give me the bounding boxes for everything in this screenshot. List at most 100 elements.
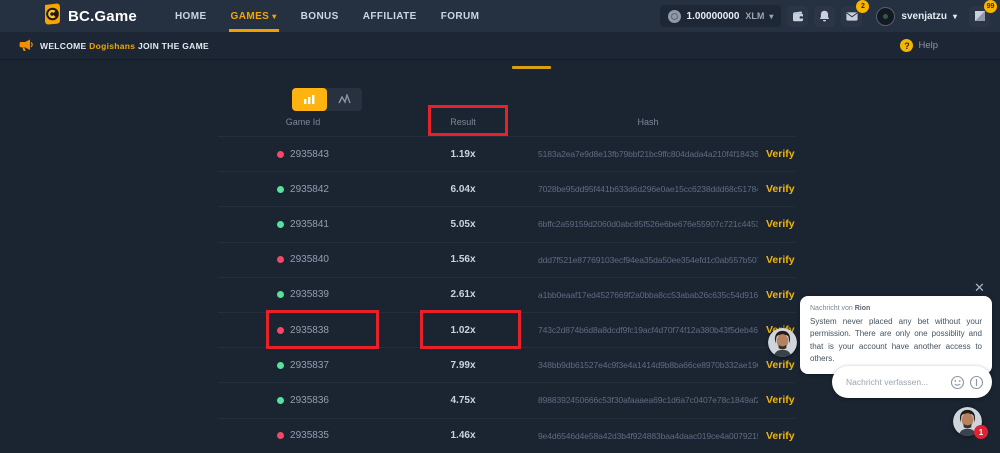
table-row: 2935841 5.05x 6bffc2a59159d2060d0abc85f5… — [218, 206, 795, 241]
verify-button[interactable]: Verify — [758, 254, 795, 266]
status-dot — [277, 432, 284, 439]
welcome-bar: WELCOME Dogishans JOIN THE GAME ? Help — [0, 32, 1000, 60]
column-hash: Hash — [538, 117, 758, 127]
hash-value: 5183a2ea7e9d8e13fb79bbf21bc9ffc804dada4a… — [538, 149, 758, 159]
coin-icon — [668, 10, 681, 23]
table-row: 2935835 1.46x 9e4d6546d4e58a42d3b4f92488… — [218, 418, 795, 453]
verify-button[interactable]: Verify — [758, 289, 795, 301]
table-body: 2935843 1.19x 5183a2ea7e9d8e13fb79bbf21b… — [218, 136, 795, 453]
welcome-username: Dogishans — [89, 41, 135, 51]
chat-message-card: Nachricht von Rion System never placed a… — [800, 296, 992, 374]
table-row: 2935842 6.04x 7028be95dd95f441b633d6d296… — [218, 171, 795, 206]
status-dot — [277, 186, 284, 193]
status-dot — [277, 327, 284, 334]
game-id: 2935841 — [290, 219, 329, 230]
game-id-cell: 2935839 — [218, 289, 388, 300]
nav-forum[interactable]: FORUM — [441, 0, 480, 32]
notifications-button[interactable] — [814, 6, 835, 27]
table-row: 2935839 2.61x a1bb0eaaf17ed4527669f2a0bb… — [218, 277, 795, 312]
game-id-cell: 2935842 — [218, 184, 388, 195]
result-value: 7.99x — [388, 360, 538, 371]
emoji-icon[interactable] — [950, 375, 965, 390]
table-row: 2935843 1.19x 5183a2ea7e9d8e13fb79bbf21b… — [218, 136, 795, 171]
game-history-table: Game Id Result Hash 2935843 1.19x 5183a2… — [218, 108, 795, 453]
verify-button[interactable]: Verify — [758, 148, 795, 160]
chat-toggle-button[interactable]: 99 — [969, 6, 990, 27]
hash-value: 743c2d874b6d8a8dcdf9fc19acf4d70f74f12a38… — [538, 325, 758, 335]
status-dot — [277, 221, 284, 228]
table-row: 2935836 4.75x 8988392450666c53f30afaaaea… — [218, 382, 795, 417]
messages-badge: 2 — [856, 0, 869, 13]
game-id-cell: 2935836 — [218, 395, 388, 406]
balance-amount: 1.00000000 — [687, 11, 740, 22]
chevron-down-icon: ▾ — [272, 12, 276, 21]
nav-games[interactable]: GAMES▾ — [231, 0, 277, 32]
user-avatar[interactable] — [876, 7, 895, 26]
question-mark-icon: ? — [900, 39, 913, 52]
messages-button[interactable]: 2 — [841, 6, 862, 27]
column-result: Result — [388, 117, 538, 127]
result-value: 1.19x — [388, 149, 538, 160]
hash-value: 9e4d6546d4e58a42d3b4f924883baa4daac019ce… — [538, 431, 758, 441]
currency-dropdown[interactable]: XLM ▾ — [745, 11, 773, 21]
game-id: 2935835 — [290, 430, 329, 441]
wallet-button[interactable] — [787, 6, 808, 27]
chat-head-avatar[interactable] — [768, 328, 797, 357]
result-value: 2.61x — [388, 289, 538, 300]
bar-chart-icon — [303, 94, 316, 105]
chat-message-input[interactable] — [846, 377, 938, 387]
chevron-down-icon: ▾ — [953, 12, 957, 21]
main-nav: HOME GAMES▾ BONUS AFFILIATE FORUM — [175, 0, 479, 32]
chat-message-text: System never placed any bet without your… — [810, 316, 982, 366]
avatar-photo — [768, 328, 797, 357]
game-id: 2935836 — [290, 395, 329, 406]
chat-badge: 99 — [984, 0, 997, 13]
hash-value: 6bffc2a59159d2060d0abc85f526e6be676e5590… — [538, 219, 758, 229]
balance-selector[interactable]: 1.00000000 XLM ▾ — [660, 5, 782, 27]
nav-bonus[interactable]: BONUS — [301, 0, 339, 32]
game-id-cell: 2935835 — [218, 430, 388, 441]
game-id-cell: 2935843 — [218, 149, 388, 160]
user-menu[interactable]: svenjatzu ▾ — [901, 11, 957, 22]
hash-value: 8988392450666c53f30afaaaea69c1d6a7c0407e… — [538, 395, 758, 405]
nav-home[interactable]: HOME — [175, 0, 207, 32]
result-value: 6.04x — [388, 184, 538, 195]
brand-logo[interactable]: BC.Game — [42, 3, 137, 30]
game-id-cell: 2935837 — [218, 360, 388, 371]
table-row: 2935840 1.56x ddd7f521e87769103ecf94ea35… — [218, 242, 795, 277]
hash-value: 7028be95dd95f441b633d6d296e0ae15cc6238dd… — [538, 184, 758, 194]
game-tab-indicator — [512, 66, 551, 69]
result-value: 5.05x — [388, 219, 538, 230]
nav-affiliate[interactable]: AFFILIATE — [363, 0, 417, 32]
verify-button[interactable]: Verify — [758, 394, 795, 406]
game-id-cell: 2935841 — [218, 219, 388, 230]
verify-button[interactable]: Verify — [758, 430, 795, 442]
status-dot — [277, 256, 284, 263]
verify-button[interactable]: Verify — [758, 218, 795, 230]
chevron-down-icon: ▾ — [769, 12, 773, 21]
table-header: Game Id Result Hash — [218, 108, 795, 136]
active-tab-underline — [229, 29, 279, 32]
bell-icon — [819, 10, 830, 22]
game-id: 2935839 — [290, 289, 329, 300]
hash-value: 348bb9db61527e4c9f3e4a1414d9b8ba66ce8970… — [538, 360, 758, 370]
trend-line-icon — [338, 94, 351, 105]
game-id: 2935840 — [290, 254, 329, 265]
chat-close-icon[interactable]: ✕ — [974, 281, 985, 294]
column-game-id: Game Id — [218, 117, 388, 127]
verify-button[interactable]: Verify — [758, 183, 795, 195]
info-icon[interactable] — [969, 375, 984, 390]
envelope-icon — [846, 12, 858, 21]
result-value: 1.02x — [388, 325, 538, 336]
chat-bubble-icon — [974, 10, 986, 22]
top-header: BC.Game HOME GAMES▾ BONUS AFFILIATE FORU… — [0, 0, 1000, 32]
result-value: 1.56x — [388, 254, 538, 265]
chat-input-bar — [832, 366, 992, 398]
hash-value: ddd7f521e87769103ecf94ea35da50ee354efd1c… — [538, 255, 758, 265]
chat-sender-meta: Nachricht von Rion — [810, 305, 982, 312]
bcgame-logo-icon — [42, 3, 62, 30]
help-button[interactable]: ? Help — [900, 39, 938, 52]
verify-button[interactable]: Verify — [758, 359, 795, 371]
result-value: 4.75x — [388, 395, 538, 406]
status-dot — [277, 291, 284, 298]
